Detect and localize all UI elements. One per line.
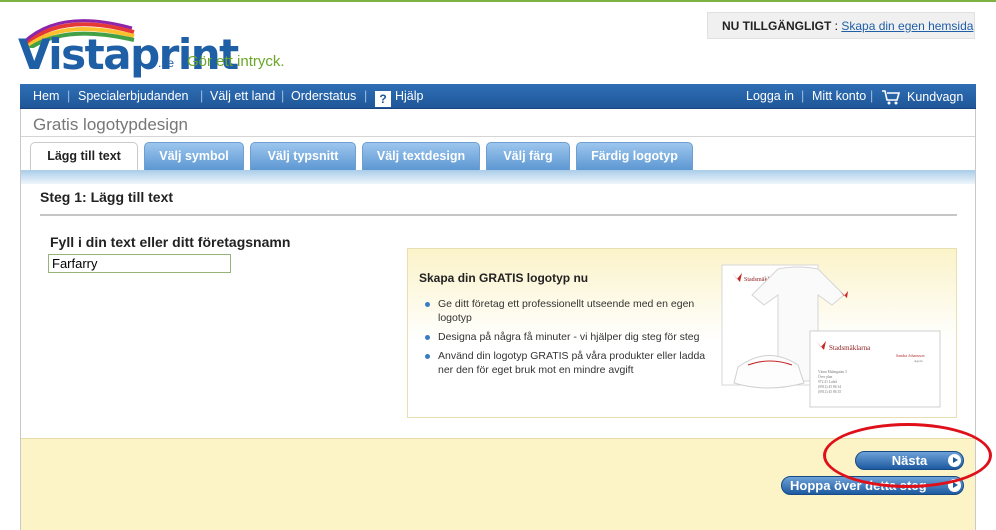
availability-notice: NU TILLGÄNGLIGT : Skapa din egen hemsida [707,12,975,39]
nav-choose-country[interactable]: Välj ett land [210,89,275,103]
tab-add-text[interactable]: Lägg till text [30,142,138,171]
divider [40,214,957,216]
company-name-input[interactable] [48,254,231,273]
promo-bullet-text: Designa på några få minuter - vi hjälper… [438,331,700,343]
create-website-link[interactable]: Skapa din egen hemsida [841,19,973,33]
card-address-line: Över plan [818,374,832,379]
red-highlight-circle [823,423,992,488]
nav-separator: | [801,89,805,103]
nav-separator: | [870,89,874,103]
tab-choose-color[interactable]: Välj färg [486,142,570,170]
nav-separator: | [281,89,285,103]
card-brand: Stadsmäklarna [829,344,871,352]
tab-finished-logo[interactable]: Färdig logotyp [576,142,693,170]
card-address-line: 972 41 Luleå [818,379,837,384]
logo-domain: .se [158,56,175,70]
nav-separator: | [67,89,71,103]
nav-help-label: Hjälp [395,89,424,103]
promo-title: Skapa din GRATIS logotyp nu [419,271,589,285]
nav-separator: | [364,89,368,103]
list-item: Designa på några få minuter - vi hjälper… [423,330,723,344]
cart-icon [882,90,901,105]
logo-tagline: Gör ett intryck. [187,53,285,70]
step-heading: Steg 1: Lägg till text [40,189,174,205]
tab-choose-text-design[interactable]: Välj textdesign [362,142,480,170]
nav-help[interactable]: ? Hjälp [375,89,424,107]
tabs-underline [21,170,975,184]
promo-benefits: Ge ditt företag ett professionellt utsee… [423,297,723,382]
list-item: Använd din logotyp GRATIS på våra produk… [423,349,723,377]
company-name-label: Fyll i din text eller ditt företagsnamn [50,234,291,250]
nav-login[interactable]: Logga in [746,89,794,103]
product-samples-image: Stadsmäklarna Stadsmäklarna Sandra Johan… [721,264,941,408]
bullet-icon [425,335,430,340]
divider [21,136,975,137]
bullet-icon [425,302,430,307]
nav-cart-label: Kundvagn [907,90,964,104]
promo-box: Skapa din GRATIS logotyp nu Ge ditt före… [407,248,957,418]
main-nav: Hem | Specialerbjudanden | Välj ett land… [20,84,976,109]
tab-choose-font[interactable]: Välj typsnitt [250,142,356,170]
promo-bullet-text: Använd din logotyp GRATIS på våra produk… [438,350,706,376]
list-item: Ge ditt företag ett professionellt utsee… [423,297,723,325]
card-person: Sandra Johansson [896,353,925,358]
promo-bullet-text: Ge ditt företag ett professionellt utsee… [438,298,695,324]
nav-separator: | [200,89,204,103]
nav-my-account[interactable]: Mitt konto [812,89,866,103]
top-accent-line [0,0,996,2]
card-address-line: Vänra Malmgatan 3 [818,370,847,374]
nav-home[interactable]: Hem [33,89,59,103]
help-icon: ? [375,91,391,107]
nav-order-status[interactable]: Orderstatus [291,89,356,103]
notice-label: NU TILLGÄNGLIGT [722,19,832,33]
vistaprint-logo[interactable]: Vistaprint .se Gör ett intryck. [16,18,306,80]
bullet-icon [425,354,430,359]
card-address-line: (0912) 45 86 34 [818,385,841,389]
nav-offers[interactable]: Specialerbjudanden [78,89,189,103]
tab-choose-symbol[interactable]: Välj symbol [144,142,244,170]
card-address-line: (0912) 45 86 35 [818,390,841,394]
card-role: Agent [914,359,923,363]
nav-cart[interactable]: Kundvagn [881,89,963,105]
page-title: Gratis logotypdesign [33,115,188,134]
notice-separator: : [831,19,842,33]
